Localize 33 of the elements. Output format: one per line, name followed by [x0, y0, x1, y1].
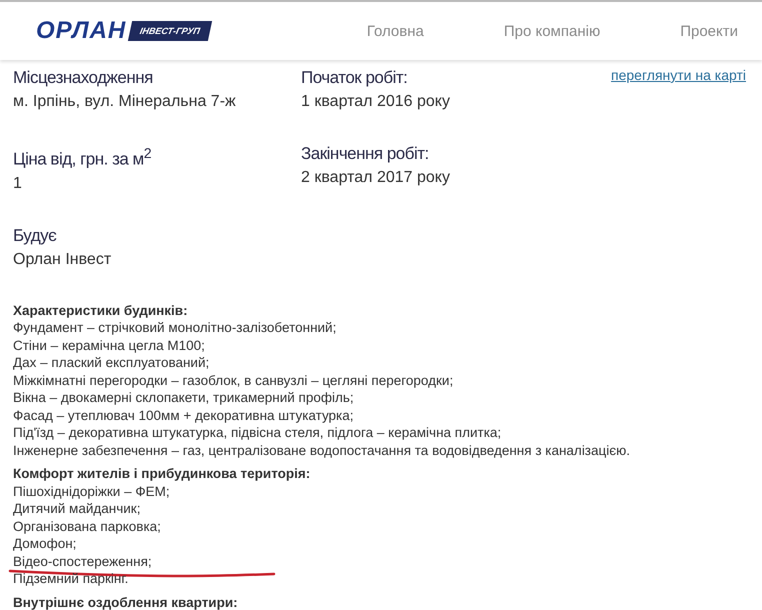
- feature-line: Організована парковка;: [13, 518, 161, 534]
- feature-line: Інженерне забезпечення – газ, централізоване водопостачання та водовідведення з каналізацією.: [13, 442, 630, 458]
- field-value: Орлан Інвест: [13, 250, 112, 270]
- feature-line: Вікна – двокамерні склопакети, трикамерний профіль;: [13, 390, 354, 406]
- section-heading: Внутрішнє оздоблення квартири:: [13, 594, 239, 610]
- field-value: 1 квартал 2016 року: [301, 92, 451, 112]
- feature-line: Дитячий майданчик;: [13, 501, 140, 516]
- logo-wordmark: ОРЛАН: [36, 17, 126, 45]
- feature-line: Дах – плаский експлуатований;: [13, 355, 210, 370]
- field-value: 2 квартал 2017 року: [301, 168, 451, 188]
- logo-tag: ІНВЕСТ-ГРУП: [128, 21, 212, 41]
- field-value: м. Ірпінь, вул. Мінеральна 7-ж: [13, 92, 237, 112]
- feature-line: Міжкімнатні перегородки – газоблок, в санвузлі – цегляні перегородки;: [13, 372, 454, 388]
- field-label: Будує: [13, 224, 58, 247]
- feature-line: Пішохіднідоріжки – ФЕМ;: [13, 484, 170, 499]
- nav-link[interactable]: Про компанію: [504, 22, 600, 40]
- field-label: Початок робіт:: [301, 67, 408, 89]
- nav-link[interactable]: Головна: [366, 22, 424, 40]
- field-value: 1: [13, 174, 23, 194]
- field-label: Місцезнаходження: [13, 67, 154, 89]
- feature-line: Фасад – утеплювач 100мм + декоративна штукатурка;: [13, 408, 354, 423]
- nav-link[interactable]: Проекти: [680, 22, 738, 40]
- map-link[interactable]: переглянути на карті: [611, 67, 746, 83]
- field-label: Ціна від, грн. за м$^{2}$: [13, 145, 152, 171]
- feature-line: Фундамент – стрічковий монолітно-залізобетонний;: [13, 320, 336, 336]
- company-logo[interactable]: ОРЛАН ІНВЕСТ-ГРУП: [36, 17, 210, 45]
- feature-line: Відео-спостереження;: [13, 554, 152, 569]
- feature-line: Домофон;: [13, 536, 76, 552]
- feature-line: Під'їзд – декоративна штукатурка, підвісна стеля, підлога – керамічна плитка;: [13, 425, 502, 440]
- field-label: Закінчення робіт:: [301, 143, 430, 165]
- section-heading: Комфорт жителів і прибудинкова територія:: [13, 465, 312, 483]
- feature-line: Стіни – керамічна цегла М100;: [13, 338, 205, 353]
- section-heading: Характеристики будинків:: [13, 302, 189, 320]
